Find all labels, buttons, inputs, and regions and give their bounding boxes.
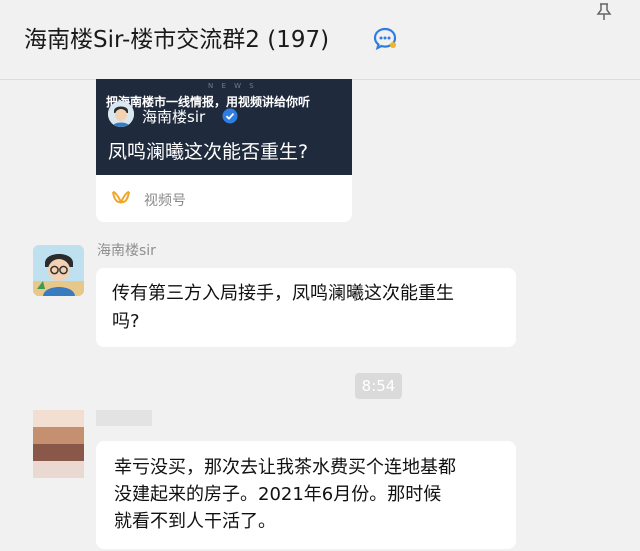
account-avatar [108,101,134,127]
video-caption: 把海南楼市一线情报，用视频讲给你听 [106,95,311,109]
verified-icon [222,108,238,124]
chat-title[interactable]: 海南楼Sir-楼市交流群2 (197) [24,20,329,54]
message-text: 吗? [112,311,140,332]
video-title: 凤鸣澜曦这次能否重生? [108,141,309,163]
avatar[interactable] [33,245,84,296]
avatar[interactable] [33,410,84,478]
message-bubble[interactable]: 幸亏没买，那次去让我茶水费买个连地基都 没建起来的房子。2021年6月份。那时候… [96,441,516,549]
message-text: 就看不到人干活了。 [114,511,276,532]
chat-bubble-icon[interactable] [372,26,398,52]
message-bubble[interactable]: 传有第三方入局接手，凤鸣澜曦这次能重生 吗? [96,268,516,347]
pin-icon[interactable] [596,3,612,21]
source-label: 视频号 [144,193,186,209]
chat-header: 海南楼Sir-楼市交流群2 (197) [0,0,640,80]
video-thumbnail[interactable]: N E W S 把海南楼市一线情报，用视频讲给你听 海南楼sir 凤鸣澜曦这次能… [96,79,352,175]
news-watermark: N E W S [208,82,257,90]
video-share-card[interactable]: N E W S 把海南楼市一线情报，用视频讲给你听 海南楼sir 凤鸣澜曦这次能… [96,79,352,222]
sender-name [96,410,152,426]
sender-name: 海南楼sir [97,243,156,259]
account-name: 海南楼sir [142,108,206,126]
message-text: 没建起来的房子。2021年6月份。那时候 [114,484,442,505]
message-text: 幸亏没买，那次去让我茶水费买个连地基都 [114,457,456,478]
message-text: 传有第三方入局接手，凤鸣澜曦这次能重生 [112,283,454,304]
timestamp: 8:54 [355,373,402,399]
wechat-channels-icon [112,191,130,205]
